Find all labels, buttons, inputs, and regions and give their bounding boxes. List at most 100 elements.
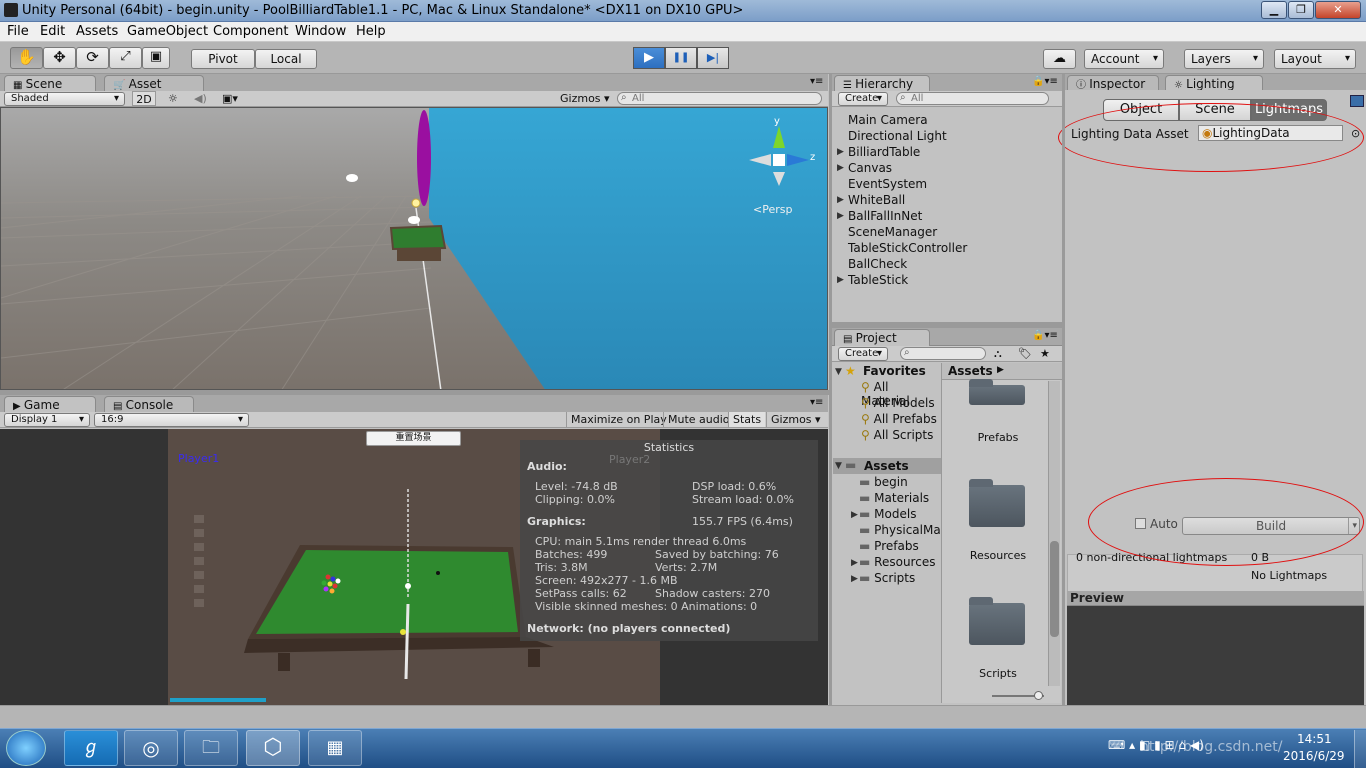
move-tool-icon[interactable]: ✥ — [43, 47, 76, 69]
unity-taskbar-icon[interactable]: ⬡ — [246, 730, 300, 766]
game-view[interactable]: 重置场景 Player1 Statistics Player2 Audio: L… — [0, 429, 828, 705]
menu-assets[interactable]: Assets — [76, 24, 118, 39]
asset-folder-item[interactable]: ▬ begin — [859, 475, 908, 489]
list-item[interactable]: WhiteBall — [848, 192, 905, 208]
2d-toggle[interactable]: 2D — [132, 91, 156, 106]
stats-toggle[interactable]: Stats — [728, 412, 766, 427]
project-search-input[interactable] — [900, 347, 986, 360]
asset-folder-item[interactable]: ▬ Materials — [859, 491, 929, 505]
menu-component[interactable]: Component — [213, 24, 288, 39]
favorites-header[interactable]: Favorites — [863, 364, 926, 378]
hand-tool-icon[interactable]: ✋ — [10, 47, 43, 69]
preview-header[interactable]: Preview — [1067, 591, 1364, 606]
layout-dropdown[interactable]: Layout — [1274, 49, 1356, 69]
menu-edit[interactable]: Edit — [40, 24, 65, 39]
collapse-arrow-icon[interactable]: ▼ — [835, 367, 842, 377]
folder-icon-scripts[interactable] — [969, 597, 1025, 645]
panel-divider[interactable] — [829, 74, 832, 705]
asset-folder-item[interactable]: ▬ PhysicalMat — [859, 523, 941, 537]
expand-arrow-icon[interactable]: ▶ — [837, 211, 844, 221]
favorite-item[interactable]: ⚲ All Scripts — [861, 428, 933, 442]
lock-icon[interactable]: 🔒▾≡ — [1032, 76, 1058, 87]
grid-folder-label[interactable]: Scripts — [938, 667, 1058, 680]
project-create-dropdown[interactable]: Create — [838, 347, 888, 361]
expand-arrow-icon[interactable]: ▶ — [851, 574, 858, 584]
expand-arrow-icon[interactable]: ▶ — [837, 147, 844, 157]
maximize-on-play-toggle[interactable]: Maximize on Play — [566, 412, 667, 427]
panel-divider-2[interactable] — [1062, 74, 1065, 705]
account-dropdown[interactable]: Account — [1084, 49, 1164, 69]
start-button-icon[interactable] — [6, 730, 46, 766]
firefox-icon[interactable]: ◎ — [124, 730, 178, 766]
expand-arrow-icon[interactable]: ▶ — [851, 558, 858, 568]
expand-arrow-icon[interactable]: ▶ — [837, 195, 844, 205]
scene-view[interactable]: y z <Persp — [0, 107, 828, 390]
menu-gameobject[interactable]: GameObject — [127, 24, 208, 39]
reset-scene-button[interactable]: 重置场景 — [366, 431, 461, 446]
cloud-icon[interactable]: ☁ — [1043, 49, 1076, 69]
folder-icon-prefabs[interactable] — [969, 379, 1025, 405]
list-item[interactable]: BallCheck — [848, 256, 907, 272]
icon-size-slider-handle[interactable] — [1034, 691, 1043, 700]
asset-folder-item[interactable]: ▬ Resources — [859, 555, 935, 569]
scene-search-input[interactable]: All — [617, 92, 822, 105]
list-item[interactable]: SceneManager — [848, 224, 937, 240]
assets-folder[interactable]: Assets — [864, 459, 909, 473]
local-toggle[interactable]: Local — [255, 49, 317, 69]
layers-dropdown[interactable]: Layers — [1184, 49, 1264, 69]
tab-scene[interactable]: ▦ Scene — [4, 75, 96, 92]
list-item[interactable]: Directional Light — [848, 128, 947, 144]
folder-icon-resources[interactable] — [969, 479, 1025, 527]
list-item[interactable]: TableStickController — [848, 240, 967, 256]
breadcrumb-assets[interactable]: Assets — [948, 364, 993, 378]
panel-menu-icon[interactable]: ▾≡ — [810, 76, 823, 87]
favorite-item[interactable]: ⚲ All Models — [861, 396, 935, 410]
expand-arrow-icon[interactable]: ▶ — [837, 163, 844, 173]
asset-folder-item[interactable]: ▬ Models — [859, 507, 916, 521]
asset-folder-item[interactable]: ▬ Prefabs — [859, 539, 919, 553]
list-item[interactable]: EventSystem — [848, 176, 927, 192]
game-gizmos-dropdown[interactable]: Gizmos ▾ — [766, 412, 821, 427]
step-button[interactable]: ▶| — [697, 47, 729, 69]
tab-hierarchy[interactable]: ☰ Hierarchy — [834, 75, 930, 92]
display-dropdown[interactable]: Display 1 — [4, 413, 90, 427]
expand-arrow-icon[interactable]: ▶ — [851, 510, 858, 520]
show-desktop-button[interactable] — [1354, 730, 1366, 768]
menu-help[interactable]: Help — [356, 24, 386, 39]
effects-toggle-icon[interactable]: ▣▾ — [222, 91, 238, 106]
aspect-dropdown[interactable]: 16:9 — [94, 413, 249, 427]
app-taskbar-icon[interactable]: ℊ — [64, 730, 118, 766]
list-item[interactable]: BilliardTable — [848, 144, 920, 160]
clock-time[interactable]: 14:51 — [1297, 732, 1332, 746]
menu-file[interactable]: File — [7, 24, 29, 39]
lighting-toggle-icon[interactable]: ☼ — [168, 91, 178, 106]
menu-window[interactable]: Window — [295, 24, 346, 39]
explorer-folder-icon[interactable]: 🗀 — [184, 730, 238, 766]
maximize-button[interactable]: ❐ — [1288, 1, 1314, 19]
list-item[interactable]: BallFallInNet — [848, 208, 922, 224]
expand-arrow-icon[interactable]: ▶ — [837, 275, 844, 285]
shading-dropdown[interactable]: Shaded — [4, 92, 125, 106]
gizmo-center[interactable] — [773, 154, 785, 166]
tab-asset-store[interactable]: 🛒 Asset Store — [104, 75, 204, 109]
minimize-button[interactable]: ▁ — [1261, 1, 1287, 19]
mute-audio-toggle[interactable]: Mute audio — [663, 412, 730, 427]
collapse-arrow-icon-2[interactable]: ▼ — [835, 461, 842, 471]
clock-date[interactable]: 2016/6/29 — [1283, 749, 1345, 763]
list-item[interactable]: Main Camera — [848, 112, 928, 128]
hierarchy-search-input[interactable]: All — [896, 92, 1049, 105]
tab-project[interactable]: ▤ Project — [834, 329, 930, 346]
gizmos-dropdown[interactable]: Gizmos ▾ — [560, 91, 610, 106]
panel-divider-3[interactable] — [0, 390, 829, 395]
filter-type-icon[interactable]: ⛬ — [994, 346, 1002, 361]
favorite-item[interactable]: ⚲ All Prefabs — [861, 412, 937, 426]
grid-folder-label[interactable]: Resources — [938, 549, 1058, 562]
rotate-tool-icon[interactable]: ⟳ — [76, 47, 109, 69]
panel-menu-icon-2[interactable]: ▾≡ — [810, 397, 823, 408]
scrollbar-thumb[interactable] — [1050, 541, 1059, 637]
hierarchy-create-dropdown[interactable]: Create — [838, 92, 888, 106]
tab-game[interactable]: ▶ Game — [4, 396, 96, 413]
list-item[interactable]: Canvas — [848, 160, 892, 176]
play-button[interactable]: ▶ — [633, 47, 665, 69]
audio-toggle-icon[interactable]: ◀) — [194, 91, 207, 106]
